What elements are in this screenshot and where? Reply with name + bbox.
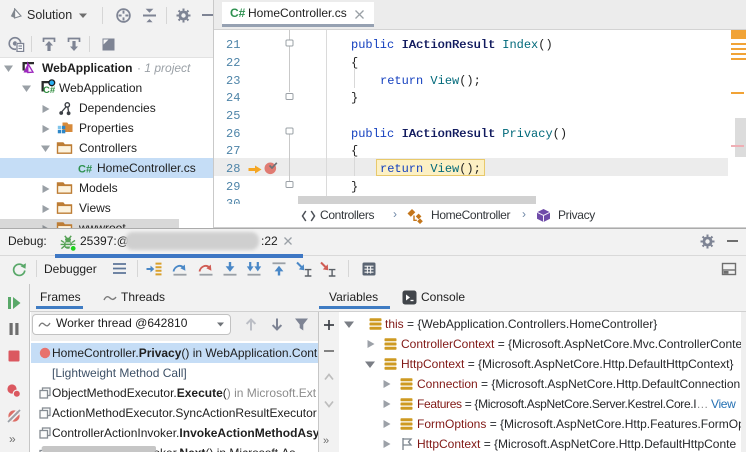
svg-text:C#: C#: [43, 85, 56, 95]
svg-text:C#: C#: [78, 164, 92, 176]
